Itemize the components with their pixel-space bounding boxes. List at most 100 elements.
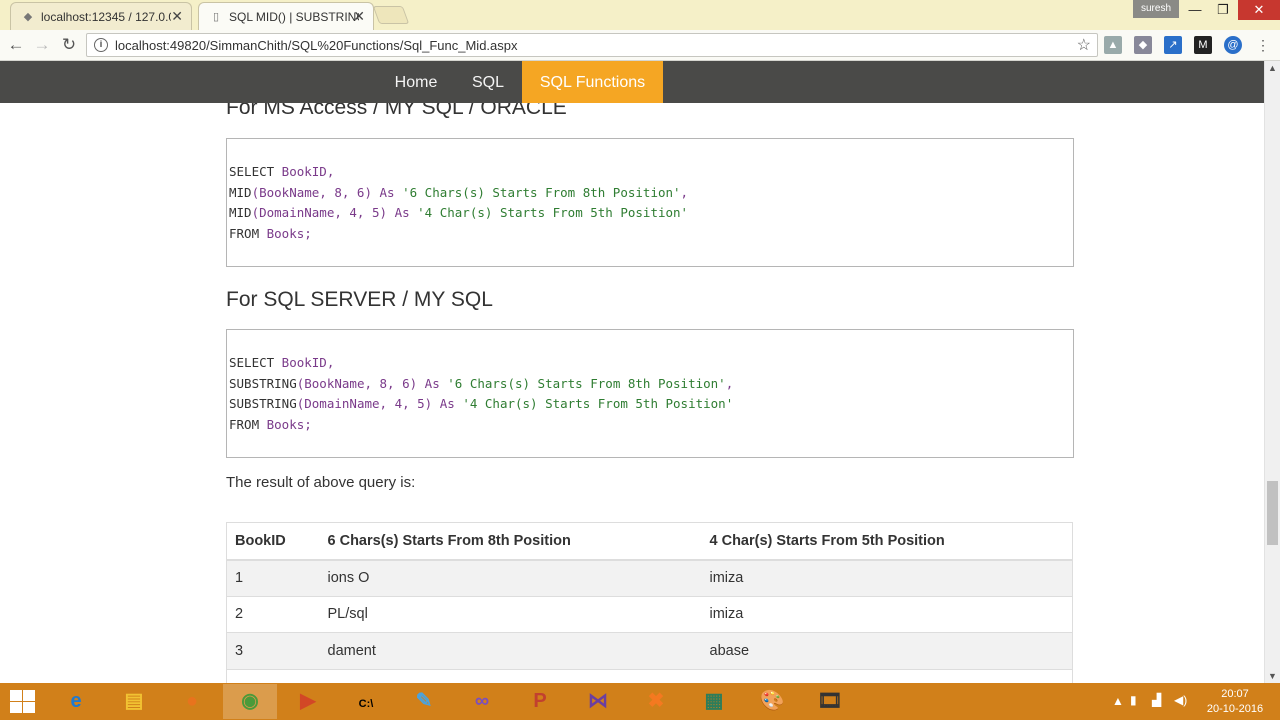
chrome-icon[interactable]: ◉ bbox=[223, 684, 277, 719]
code-keyword: FROM bbox=[229, 417, 260, 432]
code-text: Books; bbox=[259, 226, 312, 241]
table-cell bbox=[319, 668, 702, 683]
visual-studio-glyph: ⋈ bbox=[588, 690, 608, 712]
table-cell: 3 bbox=[226, 632, 320, 669]
extension-icon[interactable]: ◆ bbox=[1134, 36, 1152, 54]
url-text[interactable]: localhost:49820/SimmanChith/SQL%20Functi… bbox=[115, 38, 518, 53]
code-function: SUBSTRING bbox=[229, 376, 297, 391]
code-line: SELECT BookID, bbox=[229, 355, 334, 370]
tab-title: localhost:12345 / 127.0.0 bbox=[41, 10, 171, 24]
table-cell: abase bbox=[701, 632, 1073, 669]
close-window-button[interactable]: ✕ bbox=[1238, 0, 1280, 20]
analytics-extension-icon[interactable]: ↗ bbox=[1164, 36, 1182, 54]
internet-explorer-glyph: e bbox=[70, 690, 82, 712]
column-header-4chars: 4 Char(s) Starts From 5th Position bbox=[701, 522, 1073, 561]
table-row bbox=[226, 668, 1073, 683]
minimize-button[interactable]: — bbox=[1180, 0, 1210, 20]
bookmark-star-icon[interactable]: ☆ bbox=[1077, 35, 1091, 55]
code-text: Books; bbox=[259, 417, 312, 432]
menu-icon[interactable]: ⋮ bbox=[1254, 36, 1272, 54]
code-string: '6 Chars(s) Starts From 8th Position' bbox=[447, 376, 726, 391]
code-line: MID(DomainName, 4, 5) As '4 Char(s) Star… bbox=[229, 205, 688, 220]
code-function: MID bbox=[229, 185, 252, 200]
at-extension-icon[interactable]: @ bbox=[1224, 36, 1242, 54]
media-player-icon[interactable]: ▶ bbox=[281, 684, 335, 719]
volume-icon[interactable]: ◀) bbox=[1174, 693, 1187, 707]
scroll-up-arrow-icon[interactable]: ▲ bbox=[1268, 63, 1277, 73]
clock-time: 20:07 bbox=[1221, 688, 1249, 700]
code-text: , bbox=[680, 185, 689, 200]
new-tab-button[interactable] bbox=[372, 6, 410, 24]
paint-icon[interactable]: 🎨 bbox=[745, 684, 799, 719]
chrome-glyph: ◉ bbox=[241, 690, 259, 712]
drive-extension-icon[interactable]: ▲ bbox=[1104, 36, 1122, 54]
code-keyword: SELECT bbox=[229, 164, 275, 179]
firefox-glyph: ● bbox=[185, 690, 199, 712]
xampp-glyph: ✖ bbox=[647, 690, 665, 712]
nav-sql-link[interactable]: SQL bbox=[462, 61, 514, 103]
reload-button[interactable]: ↻ bbox=[58, 34, 80, 56]
page-icon: ▯ bbox=[212, 11, 220, 23]
address-bar[interactable]: i localhost:49820/SimmanChith/SQL%20Func… bbox=[86, 33, 1098, 57]
code-text: BookID, bbox=[274, 164, 335, 179]
powerpoint-icon[interactable]: P bbox=[513, 684, 567, 719]
close-tab-icon[interactable]: ✕ bbox=[171, 8, 183, 25]
windows-logo-pane bbox=[10, 690, 22, 701]
start-button[interactable] bbox=[8, 689, 36, 715]
xampp-icon[interactable]: ✖ bbox=[629, 684, 683, 719]
code-string: '4 Char(s) Starts From 5th Position' bbox=[417, 205, 689, 220]
document-icon[interactable]: ▦ bbox=[687, 684, 741, 719]
visual-studio-icon[interactable]: ⋈ bbox=[571, 684, 625, 719]
nav-home-link[interactable]: Home bbox=[380, 61, 452, 103]
code-block-access: SELECT BookID, MID(BookName, 8, 6) As '6… bbox=[226, 138, 1074, 267]
code-block-sqlserver: SELECT BookID, SUBSTRING(BookName, 8, 6)… bbox=[226, 329, 1074, 458]
media-player-glyph: ▶ bbox=[300, 690, 316, 712]
browser-toolbar: ← → ↻ i localhost:49820/SimmanChith/SQL%… bbox=[0, 30, 1280, 61]
close-tab-icon[interactable]: ✕ bbox=[353, 8, 365, 25]
code-text: , bbox=[725, 376, 734, 391]
scrollbar-thumb[interactable] bbox=[1267, 481, 1278, 545]
firefox-icon[interactable]: ● bbox=[165, 684, 219, 719]
paint-glyph: 🎨 bbox=[759, 690, 785, 712]
tray-overflow-icon[interactable]: ▲ bbox=[1112, 694, 1124, 708]
table-cell bbox=[701, 668, 1073, 683]
phpmyadmin-icon: ◆ bbox=[23, 11, 33, 23]
code-text: (BookName, 8, 6) As bbox=[251, 185, 403, 200]
internet-explorer-icon[interactable]: e bbox=[49, 684, 103, 719]
browser-tab-sql-mid[interactable]: ▯ SQL MID() | SUBSTRING() ✕ bbox=[198, 2, 374, 30]
forward-button[interactable]: → bbox=[31, 34, 53, 56]
table-header-row: BookID 6 Chars(s) Starts From 8th Positi… bbox=[226, 522, 1073, 561]
scroll-down-arrow-icon[interactable]: ▼ bbox=[1268, 671, 1277, 681]
restore-button[interactable]: ❐ bbox=[1210, 0, 1236, 20]
table-cell: 2 bbox=[226, 595, 320, 633]
power-icon[interactable]: ▮ bbox=[1130, 693, 1137, 707]
command-prompt-icon[interactable]: C:\ bbox=[339, 684, 393, 719]
code-line: SUBSTRING(DomainName, 4, 5) As '4 Char(s… bbox=[229, 396, 733, 411]
code-text: (DomainName, 4, 5) As bbox=[296, 396, 463, 411]
back-button[interactable]: ← bbox=[5, 34, 27, 56]
network-icon[interactable]: ▟ bbox=[1152, 693, 1161, 707]
result-intro-text: The result of above query is: bbox=[226, 474, 416, 491]
visual-studio-code-glyph: ∞ bbox=[474, 690, 490, 712]
info-icon[interactable]: i bbox=[94, 38, 108, 52]
notepad-icon[interactable]: ✎ bbox=[397, 684, 451, 719]
code-string: '4 Char(s) Starts From 5th Position' bbox=[462, 396, 734, 411]
code-line: SUBSTRING(BookName, 8, 6) As '6 Chars(s)… bbox=[229, 376, 733, 391]
table-cell: ions O bbox=[319, 559, 702, 596]
file-explorer-icon[interactable]: ▤ bbox=[107, 684, 161, 719]
system-clock[interactable]: 20:07 20-10-2016 bbox=[1200, 687, 1270, 717]
code-text: (BookName, 8, 6) As bbox=[296, 376, 448, 391]
clock-date: 20-10-2016 bbox=[1206, 703, 1264, 715]
browser-tab-phpmyadmin[interactable]: ◆ localhost:12345 / 127.0.0 ✕ bbox=[10, 2, 192, 30]
movie-maker-glyph: 🎞 bbox=[817, 690, 843, 712]
mendeley-extension-icon[interactable]: M bbox=[1194, 36, 1212, 54]
page-viewport: Home SQL SQL Functions For MS Access / M… bbox=[0, 61, 1264, 683]
code-line: MID(BookName, 8, 6) As '6 Chars(s) Start… bbox=[229, 185, 688, 200]
vertical-scrollbar[interactable]: ▲ ▼ bbox=[1264, 61, 1280, 683]
profile-button[interactable]: suresh bbox=[1133, 0, 1179, 18]
table-row: 2 PL/sql imiza bbox=[226, 595, 1073, 633]
movie-maker-icon[interactable]: 🎞 bbox=[803, 684, 857, 719]
visual-studio-code-icon[interactable]: ∞ bbox=[455, 684, 509, 719]
table-cell bbox=[226, 668, 320, 683]
nav-sql-functions-link[interactable]: SQL Functions bbox=[522, 61, 663, 103]
